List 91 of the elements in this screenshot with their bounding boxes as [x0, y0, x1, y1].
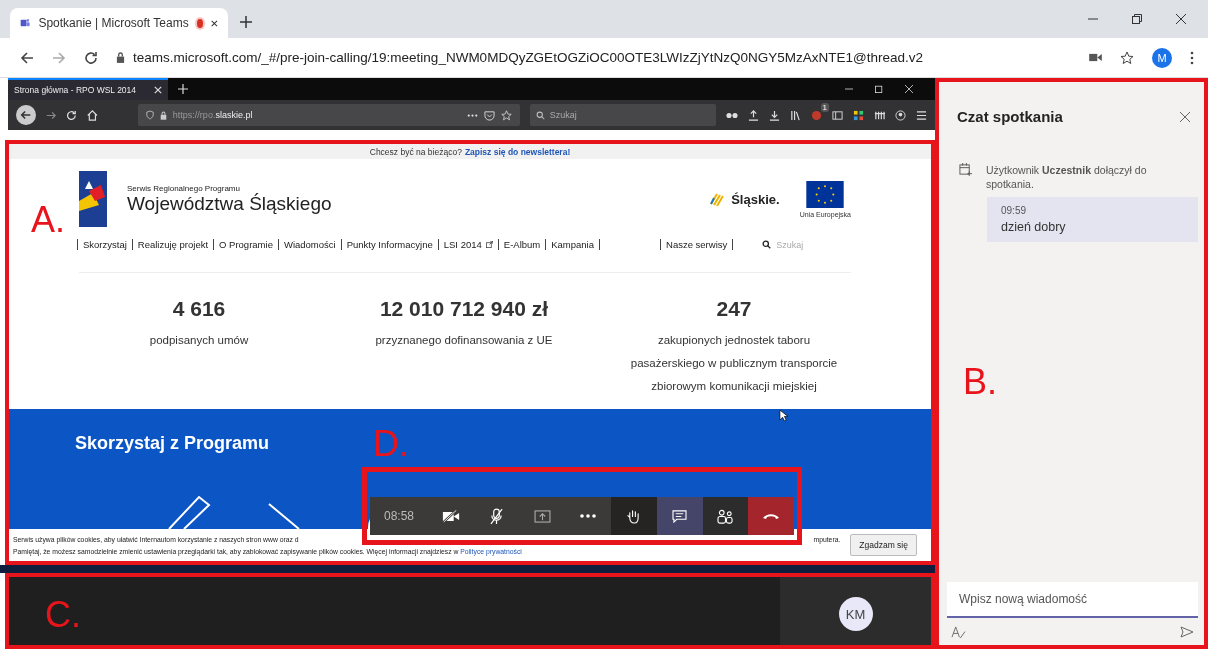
upload-icon[interactable] — [748, 109, 759, 121]
message-text: dzień dobry — [1001, 220, 1067, 234]
stat-label: podpisanych umów — [149, 333, 249, 348]
people-icon — [716, 508, 734, 524]
sidebar-icon[interactable] — [832, 109, 843, 121]
nav-link[interactable]: Nasze serwisy — [666, 239, 728, 250]
crossed-microphone-icon — [490, 507, 504, 525]
star-icon[interactable] — [1120, 50, 1134, 65]
nav-link[interactable]: LSI 2014 — [443, 239, 493, 250]
download-icon[interactable] — [769, 109, 780, 121]
minimize-icon[interactable] — [845, 85, 853, 93]
grid-icon[interactable] — [853, 109, 864, 121]
nav-link[interactable]: Punkty Informacyjne — [346, 239, 433, 250]
phone-icon — [762, 512, 781, 520]
profile-avatar[interactable]: M — [1152, 47, 1172, 68]
stat-value: 247 — [716, 297, 752, 321]
share-screen-icon — [533, 509, 551, 523]
back-button[interactable] — [16, 105, 36, 125]
stat-label: przyznanego dofinansowania z UE — [375, 333, 553, 348]
lock-icon — [116, 52, 125, 63]
nav-link[interactable]: O Programie — [219, 239, 273, 250]
lock-icon — [159, 110, 167, 120]
call-timer: 08:58 — [370, 497, 428, 535]
tab-title: Strona główna - RPO WSL 2014 — [14, 85, 138, 95]
more-icon — [580, 514, 597, 518]
newsletter-prompt: Chcesz być na bieżąco? — [369, 146, 462, 157]
browser-tab[interactable]: Spotkanie | Microsoft Teams — [10, 8, 228, 38]
nav-link[interactable]: E-Album — [503, 239, 541, 250]
glasses-icon[interactable] — [726, 111, 738, 119]
tab-title: Spotkanie | Microsoft Teams — [38, 16, 189, 30]
more-button[interactable] — [565, 497, 611, 535]
stat-label: zakupionych jednostek taboru pasażerskiego w publicznym transporcie zbiorowym komunikacji miejskiej — [629, 333, 839, 394]
camera-icon[interactable] — [1089, 53, 1102, 62]
nav-link[interactable]: Skorzystaj — [83, 239, 127, 250]
search-field[interactable]: Szukaj — [529, 104, 716, 126]
restore-icon[interactable] — [1132, 14, 1142, 24]
menu-icon[interactable] — [916, 109, 927, 121]
search-icon — [762, 240, 772, 249]
participant-avatar: KM — [838, 597, 873, 631]
notification-badge: 1 — [820, 102, 829, 112]
section-title: Skorzystaj z Programu — [75, 433, 270, 453]
brand-subtitle: Serwis Regionalnego Programu — [127, 183, 241, 193]
back-icon[interactable] — [20, 50, 34, 65]
account-icon[interactable] — [895, 109, 906, 121]
nav-link[interactable]: Kampania — [551, 239, 594, 250]
calendar-icon — [959, 163, 972, 176]
close-icon[interactable] — [1180, 111, 1190, 122]
search-icon — [535, 110, 545, 120]
stripes-icon — [709, 192, 726, 206]
annotation-label: A. — [31, 202, 65, 238]
annotation-label: C. — [45, 597, 81, 633]
eu-flag-icon — [806, 180, 845, 208]
send-icon[interactable] — [1180, 626, 1194, 638]
menu-icon[interactable] — [1190, 50, 1194, 65]
crossed-camera-icon — [441, 509, 460, 523]
hand-icon — [627, 508, 641, 524]
annotation-label: D. — [373, 426, 409, 462]
home-icon[interactable] — [87, 109, 98, 121]
library-icon[interactable] — [790, 109, 801, 121]
stat-value: 4 616 — [172, 297, 226, 321]
raise-hand-button[interactable] — [611, 497, 657, 535]
nav-link[interactable]: Realizuję projekt — [137, 239, 209, 250]
new-tab-icon[interactable] — [240, 16, 252, 28]
cursor-icon — [779, 409, 788, 422]
close-icon[interactable] — [211, 18, 218, 28]
chat-title: Czat spotkania — [957, 108, 1063, 125]
chat-icon — [672, 509, 688, 523]
url-text[interactable]: teams.microsoft.com/_#/pre-join-calling/19:meeting_NWM0MDQyZGEtOGZiOC00OTE3LWIzZjYtNzQ0NGY5MzAxNTE1@thread.v2 — [133, 50, 923, 65]
close-icon[interactable] — [1176, 14, 1186, 24]
brand-title: Województwa Śląskiego — [127, 192, 332, 215]
format-icon[interactable] — [951, 626, 966, 639]
back-icon — [19, 109, 32, 121]
stat-value: 12 010 712 940 zł — [379, 297, 549, 321]
annotation-label: B. — [963, 364, 997, 400]
system-message: Użytkownik Uczestnik dołączył do spotkania. — [986, 163, 1148, 191]
browser-tab[interactable]: Strona główna - RPO WSL 2014 — [8, 78, 168, 100]
forward-icon[interactable] — [45, 109, 57, 121]
agree-button[interactable]: Zgadzam się — [850, 534, 917, 556]
restore-icon[interactable] — [875, 85, 883, 93]
reload-icon[interactable] — [84, 50, 98, 65]
message-input[interactable]: Wpisz nową wiadomość — [947, 582, 1198, 618]
newsletter-link[interactable]: Zapisz się do newslettera! — [464, 146, 571, 157]
message-time: 09:59 — [1001, 205, 1028, 216]
pocket-icon[interactable] — [483, 109, 495, 121]
bars-icon[interactable] — [874, 109, 885, 121]
more-icon[interactable] — [466, 113, 478, 117]
partner-logo-text: Śląskie. — [731, 191, 780, 207]
address-field[interactable]: https://rpo.slaskie.pl — [137, 104, 520, 126]
nav-link[interactable]: Wiadomości — [283, 239, 336, 250]
logo-icon — [79, 171, 107, 227]
chat-button[interactable] — [656, 497, 703, 535]
